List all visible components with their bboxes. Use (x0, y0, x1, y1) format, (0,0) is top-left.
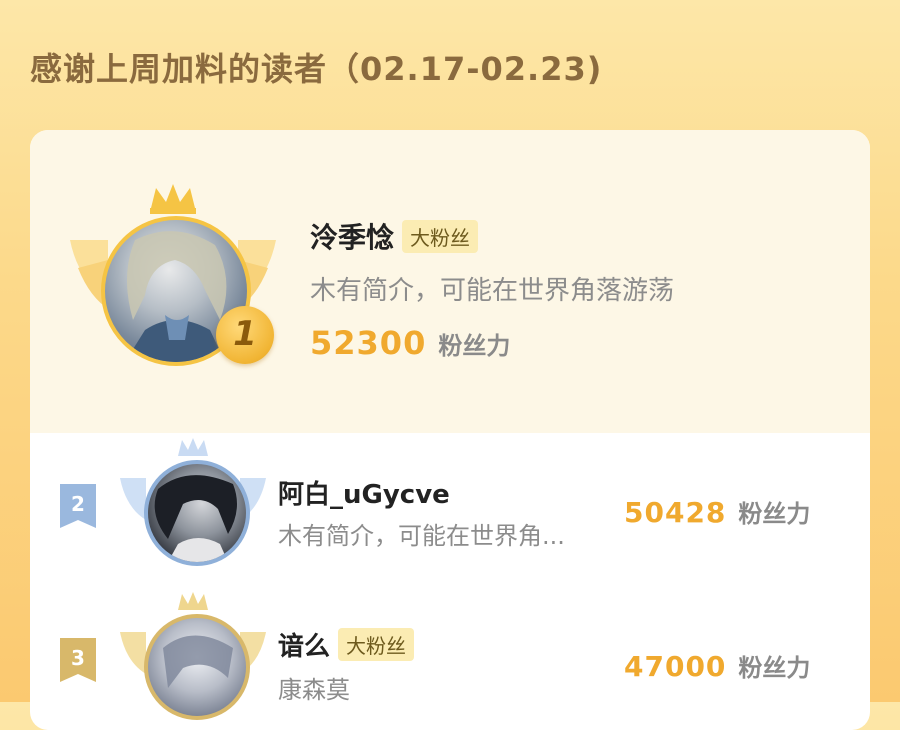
reader-1-score-row: 52300 粉丝力 (310, 324, 510, 362)
reader-2-name-row: 阿白_uGycve (278, 474, 450, 511)
reader-2-bio: 木有简介，可能在世界角... (278, 522, 565, 550)
reader-3-avatar (144, 614, 250, 720)
reader-2-name[interactable]: 阿白_uGycve (278, 474, 450, 511)
rank-2-number: 2 (71, 492, 85, 516)
reader-1-name[interactable]: 泠季惗 (310, 216, 394, 256)
rank-1-number: 1 (233, 314, 257, 354)
reader-2-score-label: 粉丝力 (738, 500, 811, 528)
rank-3-tag: 3 (60, 638, 96, 682)
avatar-illustration (154, 475, 237, 562)
reader-2-score-row: 50428 粉丝力 (624, 494, 810, 529)
reader-1-name-row: 泠季惗 大粉丝 (310, 216, 479, 256)
leaderboard-card: 1 泠季惗 大粉丝 木有简介，可能在世界角落游荡 52300 粉丝力 2 阿白_… (30, 130, 870, 730)
rank-1-medal: 1 (216, 306, 274, 364)
reader-2-avatar-frame[interactable] (118, 438, 268, 573)
reader-1-score-label: 粉丝力 (438, 332, 511, 360)
reader-3-bio: 康森莫 (278, 676, 350, 704)
reader-1-badge: 大粉丝 (402, 219, 479, 253)
page-title: 感谢上周加料的读者（02.17-02.23) (30, 50, 603, 88)
rank-3-number: 3 (71, 646, 85, 670)
reader-1-bio: 木有简介，可能在世界角落游荡 (310, 276, 675, 306)
reader-3-score-label: 粉丝力 (738, 654, 811, 682)
reader-2-avatar (144, 460, 250, 566)
reader-3-avatar-frame[interactable] (118, 592, 268, 727)
reader-1-avatar-frame[interactable]: 1 (68, 180, 278, 380)
reader-3-score: 47000 (624, 650, 727, 683)
rank-2-tag: 2 (60, 484, 96, 528)
reader-3-score-row: 47000 粉丝力 (624, 648, 810, 683)
reader-2-score: 50428 (624, 496, 727, 529)
reader-3-badge: 大粉丝 (338, 628, 415, 661)
reader-1-score: 52300 (310, 324, 427, 362)
reader-3-name[interactable]: 谙么 (278, 626, 330, 663)
avatar-illustration (163, 635, 233, 688)
reader-3-name-row: 谙么 大粉丝 (278, 626, 415, 663)
